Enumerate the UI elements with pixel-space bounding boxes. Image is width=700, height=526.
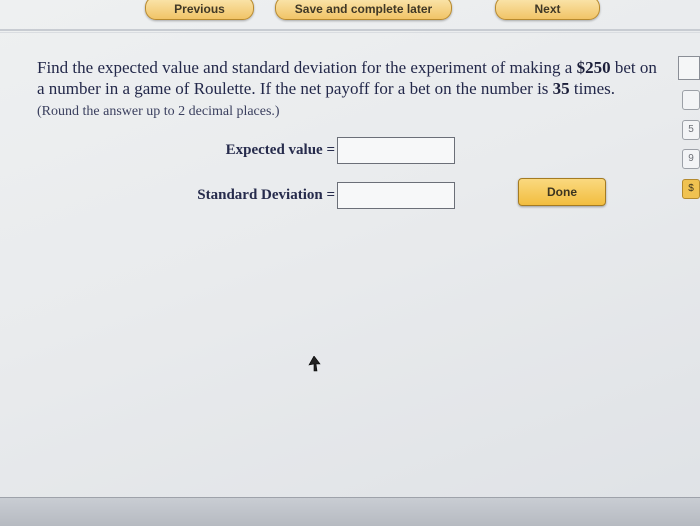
sidebar-mark-4[interactable]: $ xyxy=(682,179,700,199)
rounding-hint: (Round the answer up to 2 decimal places… xyxy=(37,104,280,119)
done-button[interactable]: Done xyxy=(518,178,606,206)
sidebar-mark-2[interactable]: 5 xyxy=(682,120,700,140)
save-and-complete-later-button[interactable]: Save and complete later xyxy=(275,0,452,20)
expected-value-input[interactable] xyxy=(337,137,455,164)
question-text: Find the expected value and standard dev… xyxy=(37,57,667,99)
sidebar-mark-1[interactable] xyxy=(682,90,700,110)
header-divider-shadow xyxy=(0,32,700,33)
bet-amount: $250 xyxy=(576,58,611,77)
sidebar-field[interactable] xyxy=(678,56,700,80)
sidebar-mark-3[interactable]: 9 xyxy=(682,149,700,169)
top-navigation: Previous Save and complete later Next xyxy=(0,0,700,22)
question-part-3: times. xyxy=(569,79,616,98)
question-part-1: Find the expected value and standard dev… xyxy=(37,58,577,77)
header-divider xyxy=(0,29,700,31)
standard-deviation-input[interactable] xyxy=(337,182,455,209)
right-sidebar-edge: 5 9 $ xyxy=(678,38,700,208)
payoff-multiplier: 35 xyxy=(552,79,570,98)
standard-deviation-label: Standard Deviation = xyxy=(197,187,335,203)
previous-button[interactable]: Previous xyxy=(145,0,254,20)
screen-bottom-edge xyxy=(0,497,700,526)
expected-value-label: Expected value = xyxy=(225,142,335,158)
next-button[interactable]: Next xyxy=(495,0,600,20)
mouse-pointer-icon xyxy=(308,356,321,372)
